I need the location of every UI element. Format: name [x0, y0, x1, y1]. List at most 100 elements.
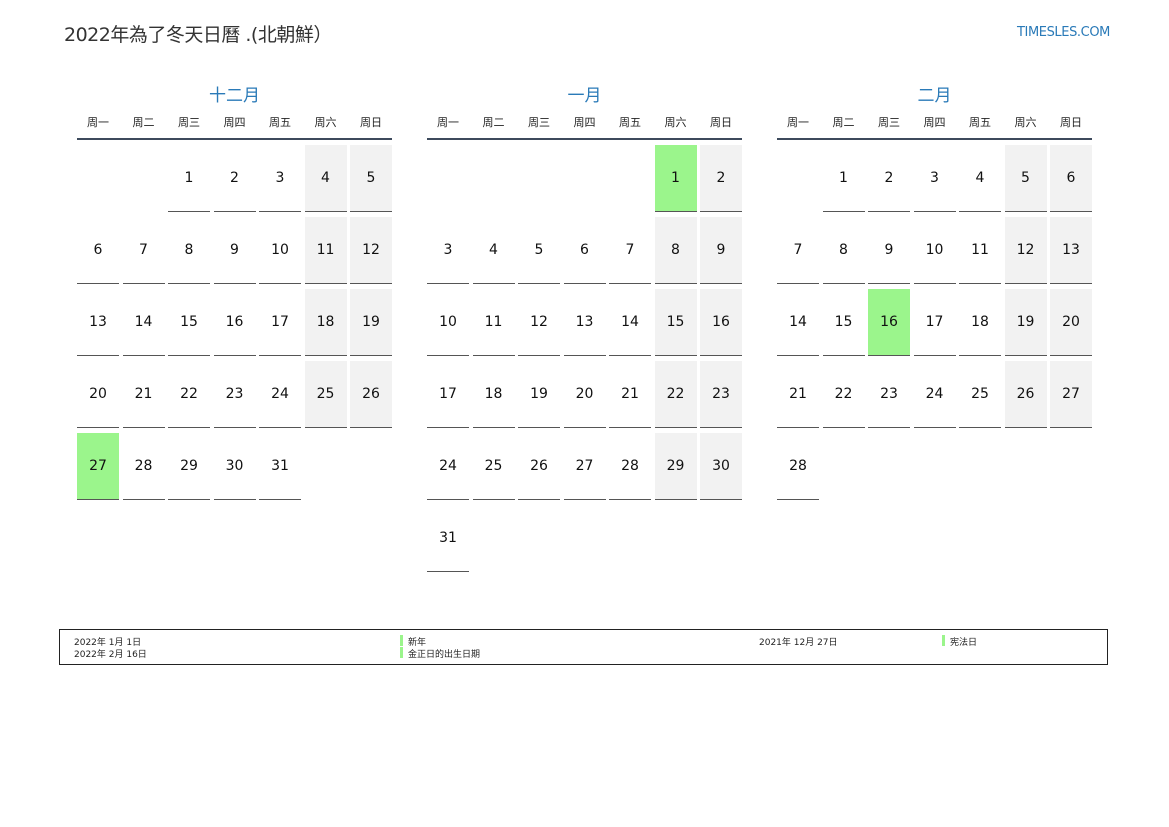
day-cell[interactable]: 4 — [959, 145, 1001, 212]
weekend-day-cell[interactable]: 26 — [1004, 361, 1047, 428]
day-cell[interactable]: 31 — [259, 433, 301, 500]
weekend-day-cell[interactable]: 11 — [304, 217, 347, 284]
weekend-day-cell[interactable]: 5 — [350, 145, 392, 212]
day-cell[interactable]: 11 — [959, 217, 1001, 284]
day-cell[interactable]: 18 — [959, 289, 1001, 356]
day-cell[interactable]: 11 — [472, 289, 515, 356]
weekend-day-cell[interactable]: 27 — [1050, 361, 1092, 428]
day-cell[interactable]: 1 — [168, 145, 210, 212]
weekend-day-cell[interactable]: 19 — [350, 289, 392, 356]
day-cell[interactable]: 28 — [122, 433, 165, 500]
weekend-day-cell[interactable]: 26 — [350, 361, 392, 428]
weekend-day-cell[interactable]: 9 — [700, 217, 742, 284]
day-cell[interactable]: 24 — [259, 361, 301, 428]
holiday-day-cell[interactable]: 27 — [77, 433, 119, 500]
day-cell[interactable]: 22 — [168, 361, 210, 428]
day-cell[interactable]: 21 — [609, 361, 651, 428]
month-february: 二月 周一 周二 周三 周四 周五 周六 周日 1 2 3 4 5 6 7 8 9 10 11 12 13 14 15 1… — [777, 84, 1092, 500]
day-cell[interactable]: 29 — [168, 433, 210, 500]
day-cell[interactable]: 14 — [122, 289, 165, 356]
day-cell[interactable]: 21 — [777, 361, 819, 428]
day-cell[interactable]: 6 — [77, 217, 119, 284]
weekend-day-cell[interactable]: 22 — [654, 361, 697, 428]
day-cell[interactable]: 13 — [563, 289, 606, 356]
weekday-label: 周三 — [528, 116, 550, 129]
day-cell[interactable]: 10 — [913, 217, 956, 284]
day-cell[interactable]: 18 — [472, 361, 515, 428]
day-cell[interactable]: 10 — [259, 217, 301, 284]
weekend-day-cell[interactable]: 12 — [350, 217, 392, 284]
weekend-day-cell[interactable]: 23 — [700, 361, 742, 428]
day-cell[interactable]: 5 — [518, 217, 560, 284]
day-cell[interactable]: 24 — [913, 361, 956, 428]
day-cell[interactable]: 9 — [868, 217, 910, 284]
day-cell[interactable]: 31 — [427, 505, 469, 572]
day-cell[interactable]: 4 — [472, 217, 515, 284]
day-cell[interactable]: 19 — [518, 361, 560, 428]
weekend-day-cell[interactable]: 20 — [1050, 289, 1092, 356]
day-cell[interactable]: 12 — [518, 289, 560, 356]
day-cell[interactable]: 20 — [77, 361, 119, 428]
day-cell[interactable]: 14 — [777, 289, 819, 356]
day-cell[interactable]: 25 — [472, 433, 515, 500]
weekend-day-cell[interactable]: 16 — [700, 289, 742, 356]
day-cell[interactable]: 2 — [868, 145, 910, 212]
day-cell[interactable]: 23 — [213, 361, 256, 428]
day-cell[interactable]: 1 — [822, 145, 865, 212]
day-cell[interactable]: 7 — [777, 217, 819, 284]
weekend-day-cell[interactable]: 19 — [1004, 289, 1047, 356]
holiday-day-cell[interactable]: 16 — [868, 289, 910, 356]
day-cell[interactable]: 30 — [213, 433, 256, 500]
day-cell[interactable]: 14 — [609, 289, 651, 356]
weekend-day-cell[interactable]: 2 — [700, 145, 742, 212]
day-cell[interactable]: 10 — [427, 289, 469, 356]
day-cell[interactable]: 2 — [213, 145, 256, 212]
day-cell[interactable]: 17 — [913, 289, 956, 356]
month-title: 二月 — [917, 86, 952, 106]
day-cell[interactable]: 21 — [122, 361, 165, 428]
month-title: 一月 — [567, 86, 602, 106]
weekend-day-cell[interactable]: 25 — [304, 361, 347, 428]
day-cell[interactable]: 15 — [822, 289, 865, 356]
weekend-day-cell[interactable]: 15 — [654, 289, 697, 356]
day-cell[interactable]: 25 — [959, 361, 1001, 428]
day-cell[interactable]: 7 — [609, 217, 651, 284]
weekend-day-cell[interactable]: 4 — [304, 145, 347, 212]
day-cell[interactable]: 28 — [777, 433, 819, 500]
site-link[interactable]: TIMESLES.COM — [1017, 25, 1110, 40]
day-cell[interactable]: 15 — [168, 289, 210, 356]
empty-day-cell — [77, 145, 119, 212]
weekend-day-cell[interactable]: 13 — [1050, 217, 1092, 284]
holiday-day-cell[interactable]: 1 — [654, 145, 697, 212]
weekend-day-cell[interactable]: 6 — [1050, 145, 1092, 212]
weekend-day-cell[interactable]: 8 — [654, 217, 697, 284]
day-cell[interactable]: 17 — [427, 361, 469, 428]
day-cell[interactable]: 24 — [427, 433, 469, 500]
day-cell[interactable]: 3 — [913, 145, 956, 212]
weekday-label: 周五 — [269, 116, 291, 129]
day-cell[interactable]: 3 — [427, 217, 469, 284]
day-cell[interactable]: 8 — [168, 217, 210, 284]
legend-date: 2021年 12月 27日 — [759, 638, 838, 648]
day-cell[interactable]: 23 — [868, 361, 910, 428]
weekend-day-cell[interactable]: 12 — [1004, 217, 1047, 284]
legend-marker — [400, 647, 403, 658]
day-cell[interactable]: 17 — [259, 289, 301, 356]
day-cell[interactable]: 6 — [563, 217, 606, 284]
weekend-day-cell[interactable]: 18 — [304, 289, 347, 356]
day-cell[interactable]: 22 — [822, 361, 865, 428]
day-cell[interactable]: 28 — [609, 433, 651, 500]
weekend-day-cell[interactable]: 30 — [700, 433, 742, 500]
day-cell[interactable]: 16 — [213, 289, 256, 356]
day-cell[interactable]: 20 — [563, 361, 606, 428]
day-cell[interactable]: 26 — [518, 433, 560, 500]
day-cell[interactable]: 27 — [563, 433, 606, 500]
day-cell[interactable]: 13 — [77, 289, 119, 356]
day-cell[interactable]: 9 — [213, 217, 256, 284]
weekend-day-cell[interactable]: 29 — [654, 433, 697, 500]
day-cell[interactable]: 7 — [122, 217, 165, 284]
day-cell[interactable]: 3 — [259, 145, 301, 212]
day-cell[interactable]: 8 — [822, 217, 865, 284]
weekend-day-cell[interactable]: 5 — [1004, 145, 1047, 212]
weekday-label: 周四 — [223, 116, 246, 129]
